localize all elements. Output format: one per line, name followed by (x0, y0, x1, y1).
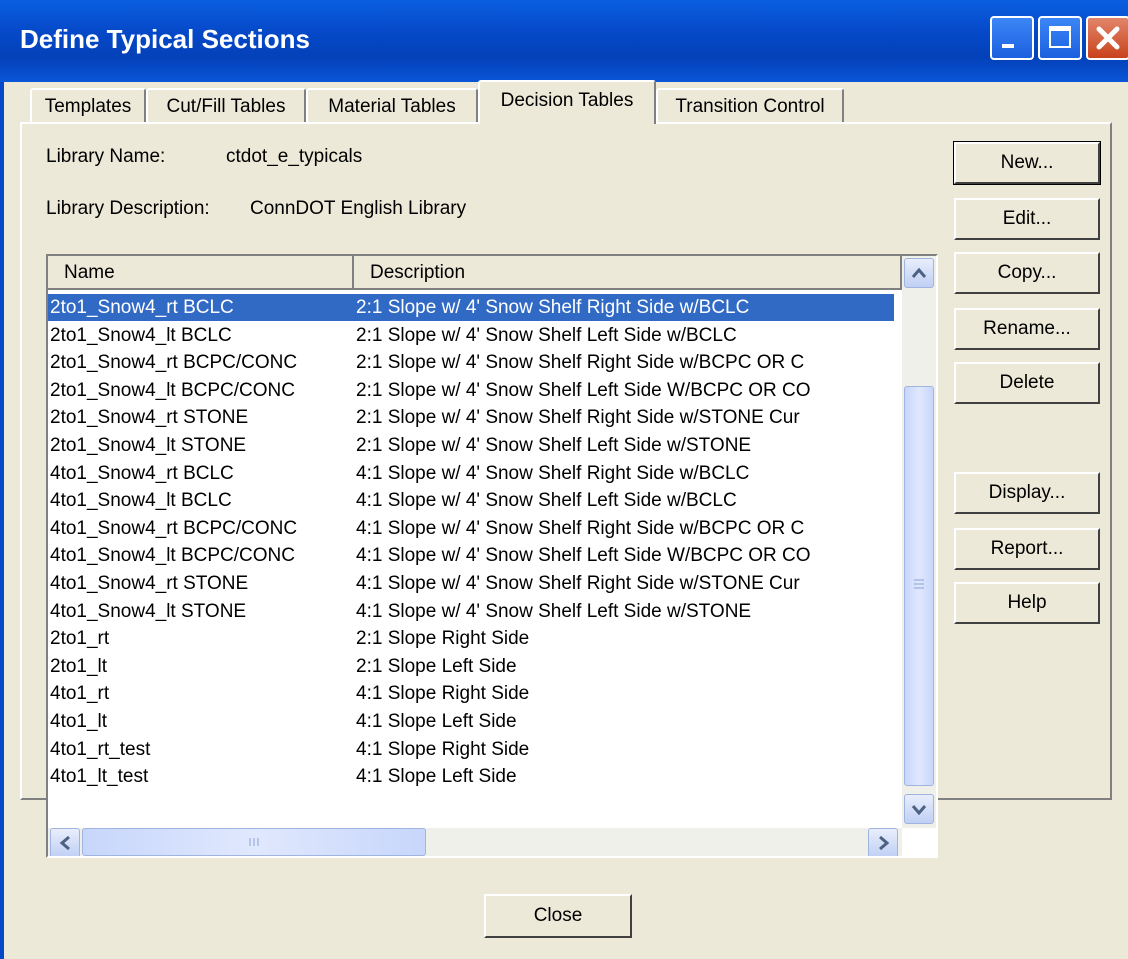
table-row[interactable]: 2to1_lt 2:1 Slope Left Side (48, 653, 894, 680)
close-icon (1096, 26, 1120, 50)
row-description: 2:1 Slope w/ 4' Snow Shelf Left Side w/S… (356, 435, 752, 456)
vertical-scroll-thumb[interactable] (904, 386, 934, 786)
row-description: 2:1 Slope Left Side (356, 655, 517, 677)
column-header-name[interactable]: Name (48, 256, 354, 290)
title-bar: Define Typical Sections (0, 0, 1128, 82)
table-row[interactable]: 4to1_Snow4_rt BCLC 4:1 Slope w/ 4' Snow S… (48, 460, 894, 487)
row-name: 4to1_Snow4_lt BCPC/CONC (50, 545, 295, 567)
table-row[interactable]: 4to1_Snow4_lt BCLC 4:1 Slope w/ 4' Snow S… (48, 487, 894, 514)
row-name: 2to1_Snow4_lt BCLC (50, 324, 232, 346)
chevron-down-icon (911, 805, 927, 816)
horizontal-scrollbar[interactable] (48, 828, 902, 856)
table-row[interactable]: 2to1_Snow4_rt STONE 2:1 Slope w/ 4' Snow … (48, 404, 894, 431)
row-name: 4to1_lt (50, 711, 108, 732)
table-row[interactable]: 4to1_rt 4:1 Slope Right Side (48, 680, 894, 707)
library-name-label: Library Name: (46, 146, 166, 167)
scroll-up-button[interactable] (904, 258, 934, 288)
rename-button[interactable]: Rename... (954, 308, 1100, 350)
close-window-button[interactable] (1086, 16, 1128, 60)
table-row[interactable]: 4to1_Snow4_rt STONE 4:1 Slope w/ 4' Snow … (48, 570, 894, 597)
table-row[interactable]: 4to1_Snow4_rt BCPC/CONC 4:1 Slope w/ 4' S… (48, 515, 894, 542)
table-row[interactable]: 2to1_Snow4_rt BCLC 2:1 Slope w/ 4' Snow S… (48, 294, 894, 321)
table-row[interactable]: 4to1_lt 4:1 Slope Left Side (48, 708, 894, 735)
tab-transition-control[interactable]: Transition Control (656, 88, 844, 122)
row-description: 4:1 Slope w/ 4' Snow Shelf Left Side w/S… (356, 600, 752, 622)
row-description: 2:1 Slope w/ 4' Snow Shelf Right Side w/… (356, 352, 805, 374)
table-row[interactable]: 4to1_lt_test 4:1 Slope Left Side (48, 763, 894, 790)
new-button[interactable]: New... (953, 141, 1101, 185)
row-description: 2:1 Slope w/ 4' Snow Shelf Left Side W/B… (356, 379, 811, 401)
grip-icon (914, 579, 924, 589)
minimize-icon (1002, 44, 1014, 48)
minimize-button[interactable] (990, 16, 1034, 60)
row-name: 4to1_Snow4_lt BCLC (50, 490, 232, 512)
table-row[interactable]: 2to1_rt 2:1 Slope Right Side (48, 625, 894, 652)
row-name: 2to1_Snow4_rt STONE (50, 407, 249, 429)
chevron-up-icon (911, 267, 927, 278)
table-row[interactable]: 2to1_Snow4_lt BCLC 2:1 Slope w/ 4' Snow S… (48, 322, 894, 349)
chevron-right-icon (879, 835, 890, 851)
row-name: 4to1_Snow4_rt STONE (50, 573, 249, 594)
row-description: 4:1 Slope w/ 4' Snow Shelf Left Side W/B… (356, 545, 811, 567)
row-name: 2to1_Snow4_rt BCPC/CONC (50, 352, 298, 374)
row-description: 2:1 Slope Right Side (356, 628, 530, 650)
row-description: 4:1 Slope w/ 4' Snow Shelf Left Side w/B… (356, 490, 737, 512)
decision-table-list[interactable]: Name Description 2to1_Snow4_rt BCLC 2:1 S… (46, 254, 938, 858)
table-row[interactable]: 2to1_Snow4_rt BCPC/CONC 2:1 Slope w/ 4' S… (48, 349, 894, 376)
library-name-value: ctdot_e_typicals (226, 146, 363, 167)
edit-button[interactable]: Edit... (954, 198, 1100, 240)
row-description: 4:1 Slope Left Side (356, 766, 517, 788)
row-name: 4to1_lt_test (50, 766, 149, 788)
tab-material-tables[interactable]: Material Tables (306, 88, 478, 122)
row-name: 4to1_Snow4_lt STONE (50, 600, 247, 622)
row-name: 4to1_rt (50, 683, 110, 705)
tab-cut-fill-tables[interactable]: Cut/Fill Tables (146, 88, 306, 122)
column-header-description[interactable]: Description (354, 256, 902, 290)
report-button[interactable]: Report... (954, 528, 1100, 570)
row-description: 4:1 Slope w/ 4' Snow Shelf Right Side w/… (356, 517, 805, 539)
row-description: 4:1 Slope Right Side (356, 683, 530, 705)
delete-button[interactable]: Delete (954, 362, 1100, 404)
scroll-down-button[interactable] (904, 794, 934, 824)
maximize-icon (1049, 26, 1071, 48)
library-description-label: Library Description: (46, 198, 210, 219)
row-name: 4to1_rt_test (50, 738, 151, 760)
row-name: 2to1_Snow4_lt STONE (50, 435, 247, 456)
row-description: 2:1 Slope w/ 4' Snow Shelf Right Side w/… (356, 407, 800, 429)
row-name: 2to1_Snow4_lt BCPC/CONC (50, 379, 295, 401)
row-description: 2:1 Slope w/ 4' Snow Shelf Right Side w/… (356, 297, 750, 318)
horizontal-scroll-thumb[interactable] (82, 828, 426, 856)
row-description: 4:1 Slope Left Side (356, 711, 517, 732)
library-description-value: ConnDOT English Library (250, 198, 467, 219)
table-row[interactable]: 4to1_Snow4_lt BCPC/CONC 4:1 Slope w/ 4' S… (48, 542, 894, 569)
row-description: 4:1 Slope w/ 4' Snow Shelf Right Side w/… (356, 573, 800, 594)
close-button[interactable]: Close (484, 894, 632, 938)
tab-templates[interactable]: Templates (30, 88, 146, 122)
row-description: 4:1 Slope Right Side (356, 738, 530, 760)
maximize-button[interactable] (1038, 16, 1082, 60)
row-name: 2to1_rt (50, 628, 110, 650)
row-name: 4to1_Snow4_rt BCLC (50, 462, 234, 484)
table-row[interactable]: 2to1_Snow4_lt BCPC/CONC 2:1 Slope w/ 4' S… (48, 377, 894, 404)
tab-decision-tables[interactable]: Decision Tables (478, 80, 656, 124)
table-row[interactable]: 4to1_rt_test 4:1 Slope Right Side (48, 736, 894, 763)
scroll-left-button[interactable] (50, 828, 80, 856)
help-button[interactable]: Help (954, 582, 1100, 624)
display-button[interactable]: Display... (954, 472, 1100, 514)
chevron-left-icon (59, 835, 70, 851)
copy-button[interactable]: Copy... (954, 252, 1100, 294)
row-description: 2:1 Slope w/ 4' Snow Shelf Left Side w/B… (356, 324, 737, 346)
table-row[interactable]: 4to1_Snow4_lt STONE 4:1 Slope w/ 4' Snow … (48, 598, 894, 625)
window-title: Define Typical Sections (20, 24, 310, 54)
row-name: 2to1_lt (50, 655, 108, 677)
table-row[interactable]: 2to1_Snow4_lt STONE 2:1 Slope w/ 4' Snow … (48, 432, 894, 459)
vertical-scrollbar[interactable] (902, 256, 936, 828)
row-description: 4:1 Slope w/ 4' Snow Shelf Right Side w/… (356, 462, 750, 484)
grip-icon (249, 838, 259, 846)
row-name: 4to1_Snow4_rt BCPC/CONC (50, 517, 298, 539)
row-name: 2to1_Snow4_rt BCLC (50, 297, 234, 318)
scroll-right-button[interactable] (868, 828, 898, 856)
